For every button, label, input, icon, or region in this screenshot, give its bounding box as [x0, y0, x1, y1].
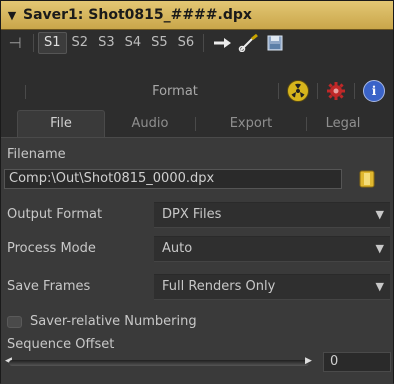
toolbar-separator: [33, 34, 34, 52]
sequence-offset-label: Sequence Offset: [7, 337, 115, 352]
tab-export[interactable]: Export: [196, 111, 306, 137]
output-format-label: Output Format: [7, 207, 103, 222]
saver-tool-panel: ▼ Saver1: Shot0815_####.dpx ⊣ S1 S2 S3 S…: [0, 0, 394, 384]
panel-title: Saver1: Shot0815_####.dpx: [23, 7, 252, 23]
info-icon[interactable]: i: [363, 80, 385, 102]
dropdown-arrow-icon: ▼: [375, 242, 384, 255]
collapse-arrow-icon[interactable]: ▼: [1, 9, 23, 22]
tab-legal[interactable]: Legal: [307, 111, 379, 137]
tab-bar: File Audio Export Legal: [1, 107, 393, 137]
output-format-row: Output Format DPX Files ▼: [1, 202, 393, 228]
subtab-s6[interactable]: S6: [173, 33, 200, 53]
toolbar: ⊣ S1 S2 S3 S4 S5 S6: [1, 30, 393, 56]
format-row: Format i: [1, 79, 393, 103]
subtab-s1[interactable]: S1: [38, 32, 67, 54]
process-mode-label: Process Mode: [7, 241, 96, 256]
save-frames-row: Save Frames Full Renders Only ▼: [1, 274, 393, 300]
output-format-dropdown[interactable]: DPX Files ▼: [154, 202, 390, 228]
filename-label: Filename: [7, 147, 66, 162]
icon-separator: [354, 83, 355, 99]
icon-separator: [278, 83, 279, 99]
tab-audio[interactable]: Audio: [105, 111, 195, 137]
subtab-s3[interactable]: S3: [93, 33, 120, 53]
subtab-s5[interactable]: S5: [146, 33, 173, 53]
sequence-offset-slider[interactable]: [9, 360, 309, 366]
process-mode-dropdown[interactable]: Auto ▼: [154, 236, 390, 262]
view-arrow-icon[interactable]: [212, 34, 234, 52]
output-format-value: DPX Files: [162, 207, 222, 222]
browse-folder-icon[interactable]: [356, 168, 378, 190]
slider-right-arrow-icon[interactable]: ▶: [305, 356, 312, 366]
toolbar-separator: [203, 34, 205, 52]
gear-icon[interactable]: [326, 81, 346, 101]
saver-relative-numbering-row[interactable]: Saver-relative Numbering: [7, 314, 197, 329]
icon-separator: [317, 83, 318, 99]
filename-input[interactable]: Comp:\Out\Shot0815_0000.dpx: [4, 169, 342, 189]
connect-wrench-icon[interactable]: [238, 34, 260, 52]
process-mode-value: Auto: [162, 241, 193, 256]
sequence-offset-input[interactable]: 0: [323, 352, 391, 372]
save-frames-label: Save Frames: [7, 279, 91, 294]
panel-title-bar[interactable]: ▼ Saver1: Shot0815_####.dpx: [1, 1, 393, 30]
save-frames-value: Full Renders Only: [162, 279, 276, 294]
pin-icon[interactable]: ⊣: [1, 34, 29, 52]
tab-format[interactable]: Format: [134, 84, 216, 99]
subtab-s2[interactable]: S2: [67, 33, 94, 53]
dropdown-arrow-icon: ▼: [375, 280, 384, 293]
process-mode-row: Process Mode Auto ▼: [1, 236, 393, 262]
save-frames-dropdown[interactable]: Full Renders Only ▼: [154, 274, 390, 300]
header-icons: i: [278, 80, 385, 102]
save-disk-icon[interactable]: [264, 34, 286, 52]
dropdown-arrow-icon: ▼: [375, 208, 384, 221]
radiation-icon[interactable]: [287, 80, 309, 102]
saver-relative-checkbox[interactable]: [7, 315, 22, 328]
tab-file[interactable]: File: [17, 110, 105, 137]
row-separator: [25, 85, 26, 99]
saver-relative-label: Saver-relative Numbering: [30, 314, 197, 329]
subtab-s4[interactable]: S4: [120, 33, 147, 53]
file-tab-content: Filename Comp:\Out\Shot0815_0000.dpx Out…: [1, 138, 393, 384]
